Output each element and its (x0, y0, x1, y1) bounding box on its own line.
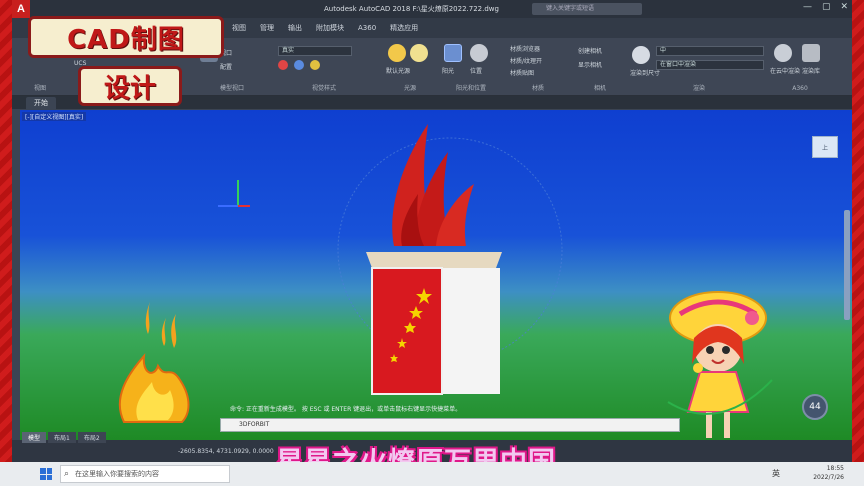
shading-sphere-icon[interactable] (294, 60, 304, 70)
windows-taskbar: 在这里输入你要搜索的内容 英 18:55 2022/7/26 (0, 462, 864, 486)
torch-box (366, 252, 502, 395)
render-gallery-icon[interactable] (802, 44, 820, 62)
ribbon-group-label: 光源 (403, 85, 416, 92)
materials-textures-button[interactable]: 材质/纹理开 (510, 56, 542, 65)
visual-style-dropdown[interactable]: 真实 (278, 46, 352, 56)
ribbon-group-lights: 默认光源 光源 (384, 42, 436, 92)
cloud-render-icon[interactable] (774, 44, 792, 62)
coordinates-readout: -2605.8354, 4731.0929, 0.0000 (178, 448, 274, 455)
system-clock[interactable]: 18:55 2022/7/26 (813, 464, 844, 482)
render-in-cloud-button[interactable]: 在云中渲染 (770, 66, 800, 75)
speed-indicator-badge: 44 (802, 394, 828, 420)
windows-start-icon[interactable] (40, 468, 52, 480)
ribbon-group-materials: 材质浏览器 材质/纹理开 材质贴图 材质 (506, 42, 570, 92)
command-history: 命令: 正在重新生成模型。 按 ESC 或 ENTER 键退出，或单击鼠标右键显… (230, 406, 462, 413)
keyword-search-input[interactable]: 键入关键字或短语 (532, 3, 642, 15)
viewport-controls-label[interactable]: [-][自定义视图][真实] (22, 112, 87, 121)
ribbon-group-label: A360 (792, 85, 808, 92)
navigation-bar[interactable] (844, 210, 850, 320)
ribbon-group-label: 材质 (531, 85, 544, 92)
sun-toggle-icon[interactable] (444, 44, 462, 62)
ribbon-group-visual-styles: 真实 视觉样式 (274, 42, 374, 92)
ribbon-group-label: 相机 (593, 85, 606, 92)
render-teapot-icon[interactable] (632, 46, 650, 64)
input-method-indicator[interactable]: 英 (772, 468, 780, 479)
maximize-button[interactable]: ▢ (822, 2, 831, 12)
create-camera-button[interactable]: 创建相机 (578, 46, 602, 55)
tab-output[interactable]: 输出 (288, 23, 302, 33)
show-cameras-button[interactable]: 显示相机 (578, 60, 602, 69)
autocad-logo-button[interactable]: A (12, 0, 30, 18)
edge-sphere-icon[interactable] (310, 60, 320, 70)
tab-a360[interactable]: A360 (358, 24, 376, 32)
torch-3d-model[interactable] (346, 116, 506, 406)
location-icon[interactable] (470, 44, 488, 62)
tab-addins[interactable]: 附加模块 (316, 23, 344, 33)
tab-layout2[interactable]: 布局2 (77, 432, 106, 443)
minimize-button[interactable]: — (803, 2, 812, 12)
ribbon-group-a360: 在云中渲染 渲染库 A360 (770, 42, 830, 92)
cad-drawing-badge: CAD制图 (28, 16, 224, 58)
taskbar-search-input[interactable]: 在这里输入你要搜索的内容 (60, 465, 230, 483)
lightbulb-icon[interactable] (388, 44, 406, 62)
window-controls: — ▢ ✕ (803, 2, 848, 12)
ribbon-group-label: 渲染 (692, 85, 705, 92)
render-quality-dropdown[interactable]: 中 (656, 46, 764, 56)
ribbon-group-render: 渲染到尺寸 中 在窗口中渲染 渲染 (630, 42, 768, 92)
materials-browser-button[interactable]: 材质浏览器 (510, 44, 540, 53)
cartoon-fire-icon (118, 302, 190, 423)
clock-time: 18:55 (826, 465, 844, 472)
ribbon-group-camera: 创建相机 显示相机 相机 (574, 42, 626, 92)
default-light-button[interactable]: 默认光源 (386, 66, 410, 75)
ribbon-group-sun-location: 阳光 位置 阳光和位置 (440, 42, 502, 92)
viewcube[interactable]: 上 (812, 136, 838, 158)
viewport-config-button[interactable]: 配置 (220, 62, 232, 71)
ribbon-group-label: 模型视口 (219, 85, 244, 92)
tab-start[interactable]: 开始 (26, 96, 56, 109)
tab-model[interactable]: 模型 (22, 432, 47, 443)
cartoon-girl-mascot (667, 291, 773, 438)
ribbon-group-label: 视图 (33, 85, 46, 92)
sun-status-icon[interactable] (410, 44, 428, 62)
flame-shapes (392, 124, 474, 246)
design-badge: 设计 (78, 66, 182, 106)
layout-tabs: 模型 布局1 布局2 (22, 432, 106, 443)
ribbon-group-label: 视觉样式 (311, 85, 336, 92)
ucs-axis-icon (218, 180, 250, 207)
material-sphere-icon[interactable] (278, 60, 288, 70)
tab-view[interactable]: 视图 (232, 23, 246, 33)
tab-featured-apps[interactable]: 精选应用 (390, 23, 418, 33)
ribbon-group-label: 阳光和位置 (455, 85, 486, 92)
clock-date: 2022/7/26 (813, 474, 844, 481)
location-button[interactable]: 位置 (470, 66, 482, 75)
render-gallery-button[interactable]: 渲染库 (802, 66, 820, 75)
material-mapping-button[interactable]: 材质贴图 (510, 68, 534, 77)
tab-layout1[interactable]: 布局1 (48, 432, 76, 443)
render-target-dropdown[interactable]: 在窗口中渲染 (656, 60, 764, 70)
window-title: Autodesk AutoCAD 2018 F:\星火燎原2022.722.dw… (324, 5, 499, 13)
sun-button[interactable]: 阳光 (442, 66, 454, 75)
tab-manage[interactable]: 管理 (260, 23, 274, 33)
command-line-input[interactable]: 3DFORBIT (220, 418, 680, 432)
close-button[interactable]: ✕ (840, 2, 848, 12)
